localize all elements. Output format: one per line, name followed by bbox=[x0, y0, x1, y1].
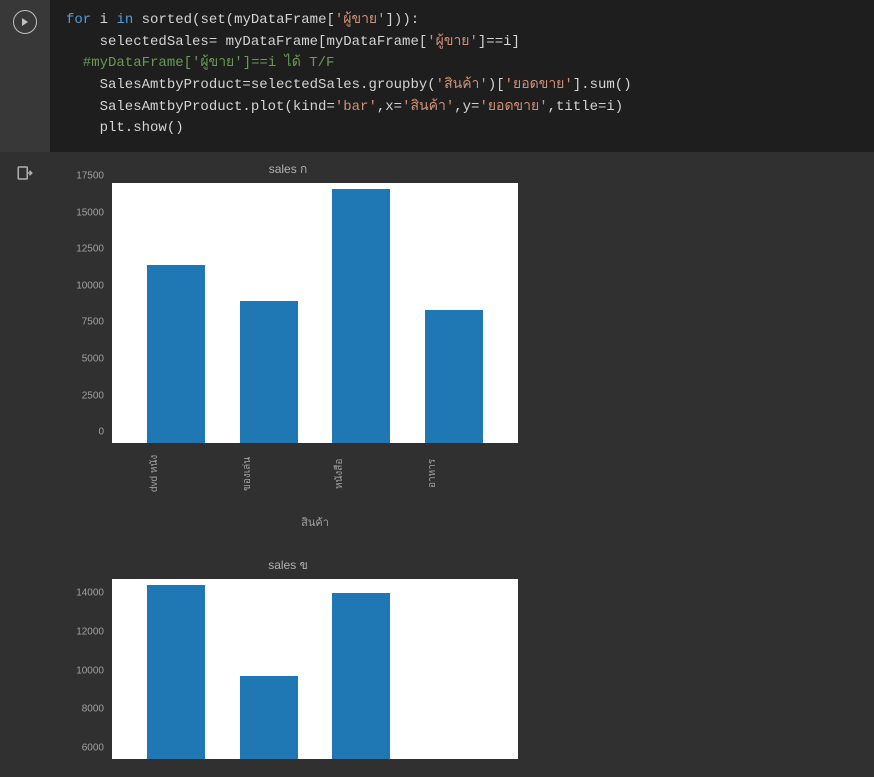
x-tick-label: หนังสือ bbox=[332, 446, 390, 501]
x-tick-label: dvd หนัง bbox=[147, 446, 205, 501]
y-axis-ticks: 025005000750010000125001500017500 bbox=[58, 183, 108, 443]
bar bbox=[240, 301, 298, 443]
bar bbox=[147, 585, 205, 759]
chart-title: sales ก bbox=[58, 160, 518, 179]
y-tick-label: 17500 bbox=[76, 171, 104, 182]
code-editor[interactable]: for i in sorted(set(myDataFrame['ผู้ขาย'… bbox=[50, 0, 874, 152]
cell-gutter bbox=[0, 0, 50, 152]
output-area: sales ก 0 2500 5000 7500 10000 12500 15000 1750… bbox=[0, 152, 874, 777]
bar bbox=[147, 265, 205, 443]
y-tick-label: 6000 bbox=[82, 743, 104, 754]
bar bbox=[240, 676, 298, 759]
chart-1: sales ก 0 2500 5000 7500 10000 12500 15000 1750… bbox=[58, 160, 874, 538]
bar bbox=[332, 593, 390, 759]
y-tick-label: 10000 bbox=[76, 280, 104, 291]
y-tick-label: 12500 bbox=[76, 244, 104, 255]
keyword-in: in bbox=[116, 12, 133, 28]
bars-container bbox=[112, 183, 518, 443]
x-tick-label: อาหาร bbox=[425, 446, 483, 501]
chart-title: sales ข bbox=[58, 556, 518, 575]
y-tick-label: 5000 bbox=[82, 353, 104, 364]
bars-container bbox=[112, 579, 518, 759]
y-tick-label: 0 bbox=[98, 427, 104, 438]
y-tick-label: 12000 bbox=[76, 627, 104, 638]
output-content: sales ก 0 2500 5000 7500 10000 12500 15000 1750… bbox=[50, 160, 874, 777]
y-tick-label: 15000 bbox=[76, 207, 104, 218]
output-gutter bbox=[0, 160, 50, 777]
play-icon bbox=[20, 17, 30, 27]
run-button[interactable] bbox=[13, 10, 37, 34]
output-icon[interactable] bbox=[16, 164, 34, 182]
code-cell: for i in sorted(set(myDataFrame['ผู้ขาย'… bbox=[0, 0, 874, 152]
y-tick-label: 7500 bbox=[82, 317, 104, 328]
y-axis-ticks: 6000 8000 10000 12000 14000 bbox=[58, 579, 108, 759]
keyword-for: for bbox=[66, 12, 91, 28]
chart-2: sales ข 6000 8000 10000 12000 14000 bbox=[58, 556, 874, 759]
x-tick-label: ของเล่น bbox=[240, 446, 298, 501]
bar bbox=[425, 310, 483, 443]
x-axis-title: สินค้า bbox=[112, 513, 518, 531]
x-axis-labels: dvd หนัง ของเล่น หนังสือ อาหาร bbox=[112, 446, 518, 501]
y-tick-label: 8000 bbox=[82, 704, 104, 715]
code-comment: #myDataFrame['ผู้ขาย']==i ได้ T/F bbox=[66, 55, 334, 71]
y-tick-label: 14000 bbox=[76, 588, 104, 599]
y-tick-label: 10000 bbox=[76, 665, 104, 676]
bar bbox=[332, 189, 390, 444]
y-tick-label: 2500 bbox=[82, 390, 104, 401]
